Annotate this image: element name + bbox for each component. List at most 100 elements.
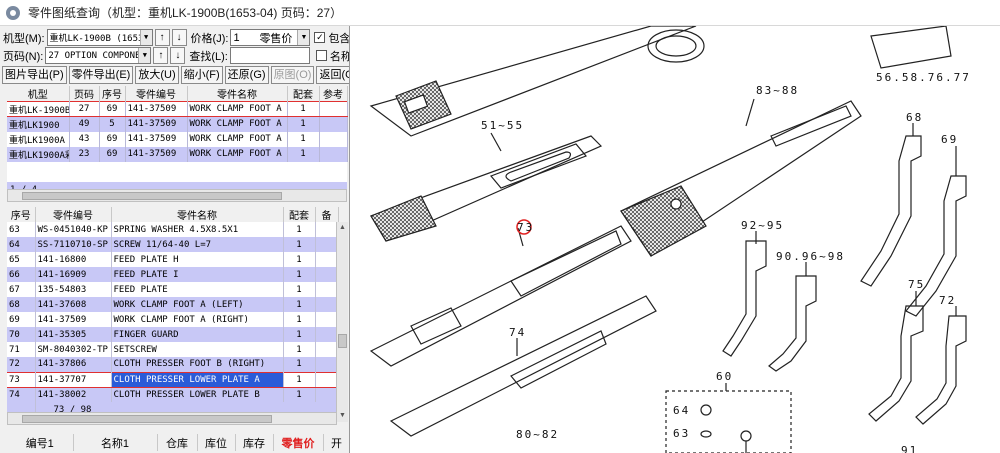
parts-hscrollbar[interactable] (7, 412, 337, 425)
cell: 141-16800 (35, 252, 112, 267)
cell: 66 (7, 267, 36, 282)
table-row[interactable]: 68 141-37608 WORK CLAMP FOOT A (LEFT) 1 (7, 297, 339, 312)
callout[interactable]: 72 (939, 294, 956, 307)
cell: 重机LK-1900B (7, 101, 70, 117)
table-row[interactable]: 74 141-38002 CLOTH PRESSER LOWER PLATE B1 (7, 387, 339, 402)
callout[interactable]: 68 (906, 111, 923, 124)
col-header[interactable]: 机型 (7, 86, 70, 102)
cell: SETSCREW (111, 342, 284, 357)
scroll-thumb[interactable] (338, 334, 347, 348)
scroll-up-icon[interactable]: ▲ (337, 222, 348, 234)
cell: 重机LK1900A (7, 131, 70, 147)
col-header[interactable]: 编号1 (7, 434, 74, 451)
cell: WORK CLAMP FOOT A (LEFT) (111, 297, 284, 312)
table-row[interactable]: 重机LK1900A彩 23 69 141-37509 WORK CLAMP FO… (7, 146, 348, 162)
original-image-button[interactable]: 原图(O) (270, 66, 315, 84)
cell: 1 (283, 357, 316, 372)
arrow-down-button[interactable]: ↓ (170, 47, 186, 64)
back-button[interactable]: 返回(O) (316, 66, 349, 84)
col-header[interactable]: 序号 (7, 207, 36, 222)
restore-button[interactable]: 还原(G) (224, 66, 269, 84)
chevron-down-icon[interactable]: ▼ (138, 48, 151, 63)
chevron-down-icon[interactable]: ▼ (139, 30, 152, 45)
col-header[interactable]: 配套 (287, 86, 320, 102)
callout[interactable]: 75 (908, 278, 925, 291)
table-row[interactable]: 64 SS-7110710-SP SCREW 11/64-40 L=7 1 (7, 237, 339, 252)
callout[interactable]: 63 (673, 427, 690, 440)
table-row[interactable]: 65 141-16800 FEED PLATE H1 (7, 252, 339, 267)
search-label: 查找(L): (189, 50, 228, 63)
arrow-up-button[interactable]: ↑ (153, 47, 169, 64)
export-image-button[interactable]: 图片导出(P) (2, 66, 67, 84)
col-header[interactable]: 零售价 (273, 434, 324, 451)
chevron-down-icon[interactable]: ▼ (297, 30, 310, 45)
col-header[interactable]: 配套 (283, 207, 316, 222)
col-header[interactable]: 零件编号 (125, 86, 188, 102)
scroll-down-icon[interactable]: ▼ (337, 410, 348, 422)
include-checkbox[interactable]: ✓ (314, 32, 326, 43)
models-hscrollbar[interactable] (7, 189, 347, 202)
scroll-thumb[interactable] (22, 415, 272, 423)
table-row[interactable]: 71 SM-8040302-TP SETSCREW 1 (7, 342, 339, 357)
app-icon (6, 5, 20, 20)
table-row[interactable]: 72 141-37806 CLOTH PRESSER FOOT B (RIGHT) 1 (7, 357, 339, 372)
zoom-in-button[interactable]: 放大(U) (135, 66, 179, 84)
col-header[interactable]: 仓库 (157, 434, 198, 451)
table-row[interactable]: 70 141-35305 FINGER GUARD 1 (7, 327, 339, 342)
table-row[interactable]: 重机LK1900 49 5 141-37509 WORK CLAMP FOOT … (7, 116, 348, 132)
cell: 1 (283, 327, 316, 342)
callout[interactable]: 69 (941, 133, 958, 146)
callout[interactable]: 83~88 (756, 84, 799, 97)
parts-drawing[interactable]: 56.58.76.77 83~88 51~55 68 69 73 92~95 9… (351, 26, 1000, 453)
callout[interactable]: 90.96~98 (776, 250, 845, 263)
col-header[interactable]: 开 (323, 434, 349, 451)
table-row[interactable]: 67 135-54803 FEED PLATE 1 (7, 282, 339, 297)
cell: 69 (99, 101, 126, 117)
table-row[interactable]: 73 141-37707 CLOTH PRESSER LOWER PLATE A1 (7, 371, 339, 388)
table-row[interactable]: 69 141-37509 WORK CLAMP FOOT A (RIGHT) 1 (7, 312, 339, 327)
arrow-down-button[interactable]: ↓ (171, 29, 187, 46)
cell: FEED PLATE H (111, 252, 284, 267)
table-row[interactable]: 重机LK1900A 43 69 141-37509 WORK CLAMP FOO… (7, 131, 348, 147)
table-row[interactable]: 重机LK-1900B 27 69 141-37509 WORK CLAMP FO… (7, 101, 348, 117)
model-select[interactable]: 重机LK-1900B (1653- ▼ (46, 29, 153, 46)
col-header[interactable]: 备 (315, 207, 339, 222)
callout[interactable]: 56.58.76.77 (876, 71, 971, 84)
cell: 27 (69, 101, 100, 117)
cell (315, 387, 339, 402)
col-header[interactable]: 零件名称 (187, 86, 288, 102)
cell (315, 371, 339, 388)
parts-vscrollbar[interactable]: ▲ ▼ (336, 222, 348, 422)
zoom-out-button[interactable]: 缩小(F) (180, 66, 223, 84)
name-checkbox[interactable] (315, 50, 327, 61)
scroll-thumb[interactable] (22, 192, 282, 200)
export-parts-button[interactable]: 零件导出(E) (68, 66, 134, 84)
callout[interactable]: 60 (716, 370, 733, 383)
col-header[interactable]: 页码 (69, 86, 100, 102)
arrow-up-button[interactable]: ↑ (154, 29, 170, 46)
table-row[interactable]: 63 WS-0451040-KP SPRING WASHER 4.5X8.5X1 1 (7, 222, 339, 237)
callout[interactable]: 91 (901, 444, 918, 453)
callout[interactable]: 80~82 (516, 428, 559, 441)
col-header[interactable]: 序号 (99, 86, 126, 102)
cell: 1 (283, 222, 316, 237)
table-row[interactable]: 66 141-16909 FEED PLATE I1 (7, 267, 339, 282)
callout[interactable]: 92~95 (741, 219, 784, 232)
callout[interactable]: 74 (509, 326, 526, 339)
page-select[interactable]: 27 OPTION COMPONE ▼ (45, 47, 152, 64)
presser-foot-72 (915, 315, 967, 425)
col-header[interactable]: 零件名称 (111, 207, 284, 222)
col-header[interactable]: 零件编号 (35, 207, 112, 222)
callout[interactable]: 64 (673, 404, 690, 417)
col-header[interactable]: 库位 (197, 434, 236, 451)
callout[interactable]: 73 (517, 221, 534, 234)
col-header[interactable]: 名称1 (73, 434, 158, 451)
cell: 141-37509 (125, 146, 188, 162)
price-select[interactable]: 1 零售价 ▼ (230, 29, 311, 46)
cell: 70 (7, 327, 36, 342)
search-input[interactable] (229, 47, 310, 64)
filter-row-2: 页码(N): 27 OPTION COMPONE ▼ ↑ ↓ 查找(L): 名称 (0, 46, 349, 65)
col-header[interactable]: 库存 (235, 434, 274, 451)
col-header[interactable]: 参考 (319, 86, 348, 102)
callout[interactable]: 51~55 (481, 119, 524, 132)
